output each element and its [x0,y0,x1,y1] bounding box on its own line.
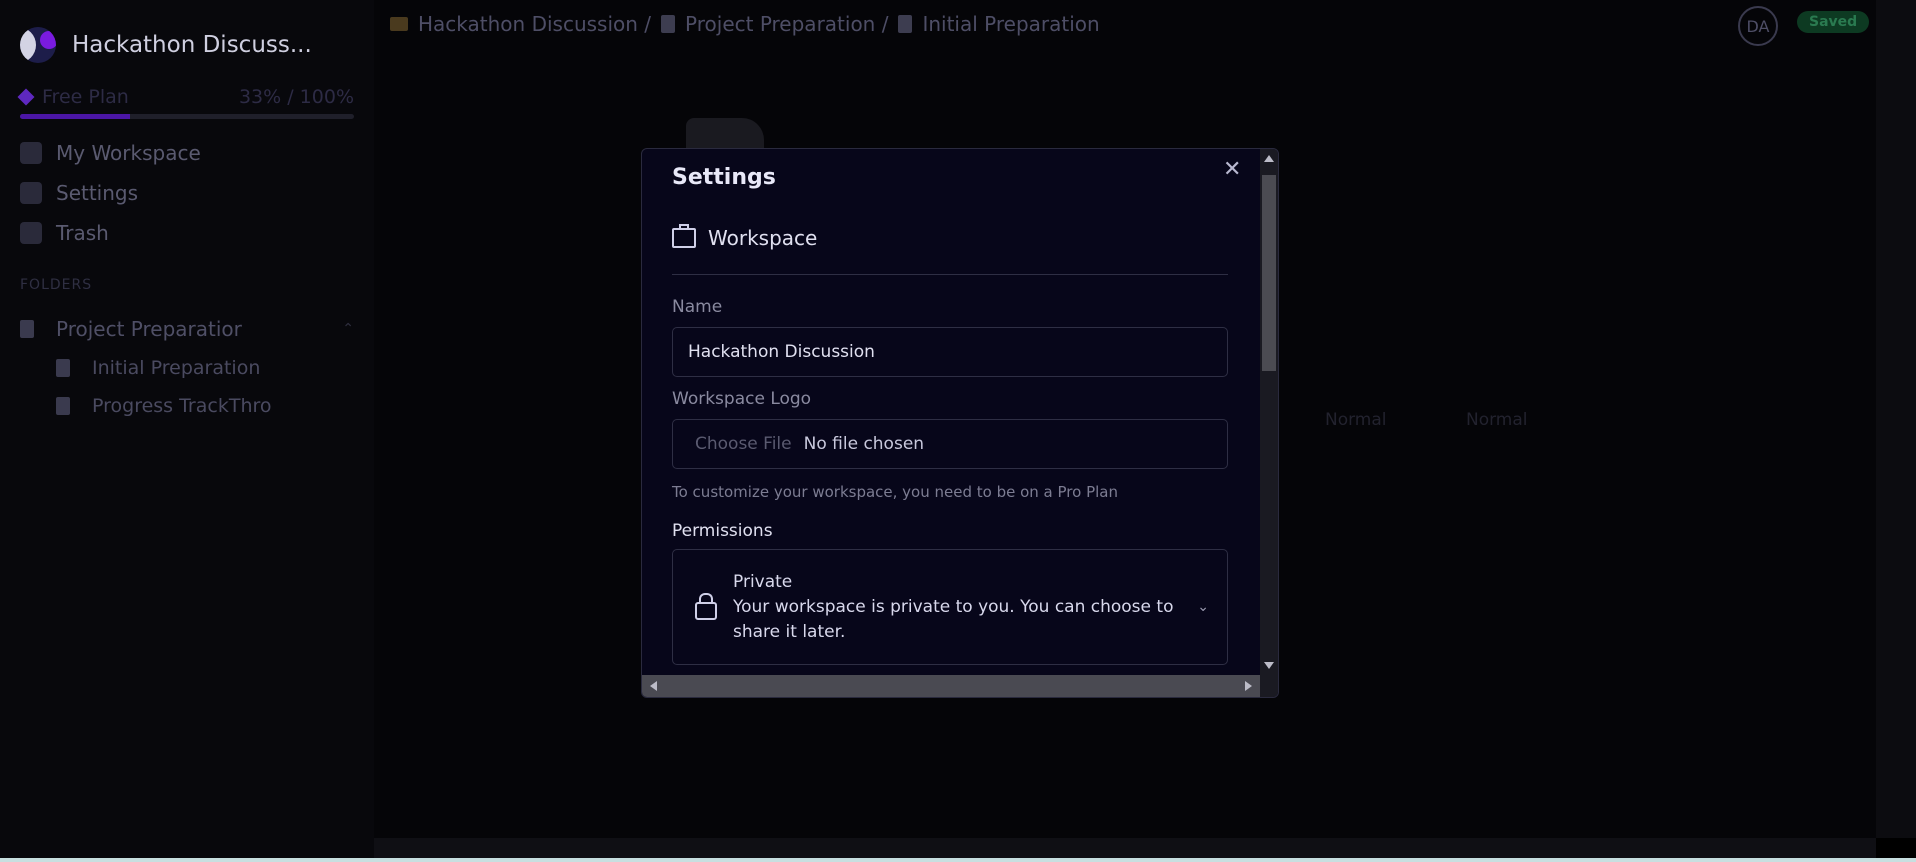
home-icon [20,142,42,164]
scroll-up-icon[interactable] [1264,155,1274,162]
plan-usage: 33% / 100% [238,86,354,108]
file-item[interactable]: Initial Preparation [20,357,354,379]
permissions-label: Permissions [672,521,773,541]
permission-description: Your workspace is private to you. You ca… [733,596,1174,642]
choose-file-button[interactable]: Choose File [695,434,792,454]
plan-progress-fill [20,114,131,119]
sidebar-nav: My Workspace Settings Trash [20,133,354,253]
lock-icon [695,593,717,620]
modal-vertical-scrollbar[interactable] [1260,149,1278,697]
plan-label: Free Plan [42,86,129,108]
breadcrumb-file[interactable]: Initial Preparation [922,12,1099,36]
page-vertical-scrollbar[interactable] [1876,0,1916,838]
file-item[interactable]: Progress TrackThro [20,395,354,417]
workspace-section-header: Workspace [672,224,1228,250]
breadcrumb: Hackathon Discussion / Project Preparati… [390,12,1100,36]
page-horizontal-scrollbar[interactable] [374,838,1876,858]
workspace-logo [20,27,56,63]
sidebar-item-label: My Workspace [56,141,201,165]
pro-plan-hint: To customize your workspace, you need to… [672,483,1118,501]
chevron-down-icon: ⌄ [1197,599,1209,615]
document-icon [56,397,70,415]
scroll-down-icon[interactable] [1264,662,1274,669]
scrollbar-thumb[interactable] [1262,175,1276,371]
name-label: Name [672,297,723,317]
trash-icon [20,222,42,244]
section-title: Workspace [708,226,818,250]
modal-title: Settings [672,165,776,190]
sidebar-item-my-workspace[interactable]: My Workspace [20,133,354,173]
file-label: Initial Preparation [92,357,261,379]
settings-modal: Settings Workspace Name Hackathon Discus… [641,148,1279,698]
avatar[interactable]: DA [1738,6,1778,46]
gear-icon [20,182,42,204]
modal-horizontal-scrollbar[interactable] [642,675,1260,697]
folders-label: FOLDERS [20,277,93,293]
permissions-select[interactable]: Private Your workspace is private to you… [672,549,1228,665]
scroll-right-icon[interactable] [1245,681,1252,691]
document-icon [20,320,34,338]
scroll-left-icon[interactable] [650,681,657,691]
document-icon [898,15,913,33]
sidebar-item-settings[interactable]: Settings [20,173,354,213]
workspace-logo-file-input[interactable]: Choose File No file chosen [672,419,1228,469]
permission-title: Private [733,571,793,592]
briefcase-icon [390,17,408,31]
plan-progress-bar [20,114,354,119]
diamond-icon [17,88,35,106]
sidebar-item-label: Settings [56,181,139,205]
sidebar: Hackathon Discuss... Free Plan 33% / 100… [0,0,374,862]
folder-label: Project Preparatior [56,317,242,341]
breadcrumb-workspace[interactable]: Hackathon Discussion / [418,12,651,36]
workspace-name: Hackathon Discuss... [72,32,312,58]
sidebar-item-label: Trash [56,221,109,245]
logo-label: Workspace Logo [672,389,812,409]
file-label: Progress TrackThro [92,395,272,417]
sidebar-item-trash[interactable]: Trash [20,213,354,253]
window-bottom-edge [0,858,1916,862]
format-select[interactable]: Normal [1325,410,1387,430]
divider [672,274,1228,275]
chevron-up-icon[interactable]: ⌃ [342,321,354,337]
document-icon [56,359,70,377]
briefcase-icon [672,224,696,248]
file-status: No file chosen [803,434,925,454]
document-icon [661,15,676,33]
format-select[interactable]: Normal [1466,410,1528,430]
breadcrumb-folder[interactable]: Project Preparation / [685,12,888,36]
folder-item[interactable]: Project Preparatior ⌃ [20,317,354,341]
status-badge: Saved [1797,11,1870,33]
close-icon[interactable]: ✕ [1223,157,1241,182]
workspace-name-input[interactable]: Hackathon Discussion [672,327,1228,377]
workspace-header[interactable]: Hackathon Discuss... [20,24,354,66]
plan-row: Free Plan 33% / 100% [17,86,354,108]
